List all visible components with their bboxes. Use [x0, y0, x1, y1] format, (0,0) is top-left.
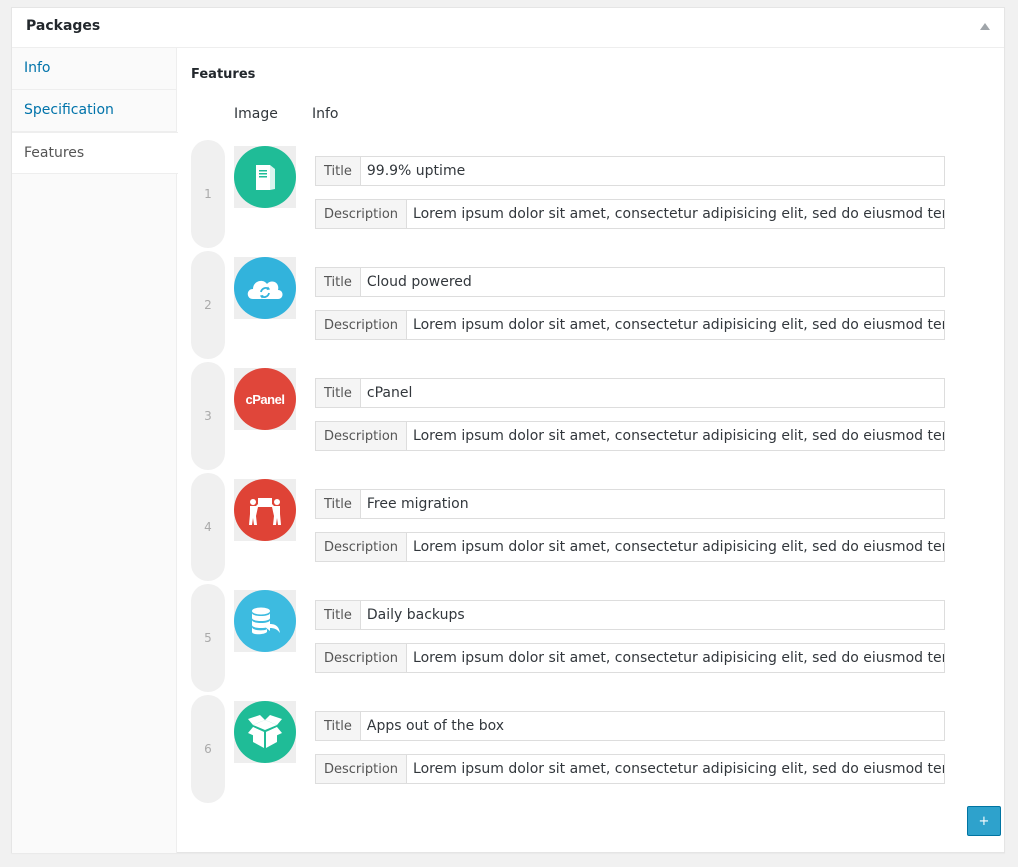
description-field[interactable]: Description Lorem ipsum dolor sit amet, …: [315, 532, 945, 562]
cpanel-logo-icon: cPanel: [234, 368, 296, 430]
title-label: Title: [316, 712, 361, 740]
feature-row-5: 5 Title Daily backups Description Lorem …: [191, 584, 961, 695]
description-label: Description: [316, 200, 408, 228]
row-drag-handle[interactable]: 4: [191, 473, 225, 581]
metabox-title: Packages: [26, 18, 101, 34]
description-label: Description: [316, 755, 408, 783]
row-drag-handle[interactable]: 1: [191, 140, 225, 248]
description-label: Description: [316, 533, 408, 561]
feature-image[interactable]: cPanel: [234, 368, 296, 430]
database-backup-icon: [234, 590, 296, 652]
packages-metabox: Packages Info Specification Features Fea…: [11, 7, 1005, 853]
title-label: Title: [316, 379, 361, 407]
feature-image[interactable]: [234, 257, 296, 319]
feature-image[interactable]: [234, 590, 296, 652]
panel-heading: Features: [191, 67, 256, 82]
description-field[interactable]: Description Lorem ipsum dolor sit amet, …: [315, 421, 945, 451]
title-input[interactable]: Free migration: [361, 490, 944, 518]
feature-row-6: 6 Title Apps out of the box Description …: [191, 695, 961, 806]
cloud-sync-icon: [234, 257, 296, 319]
column-header-info: Info: [312, 106, 339, 122]
tab-list: Info Specification Features: [12, 48, 178, 853]
description-input[interactable]: Lorem ipsum dolor sit amet, consectetur …: [407, 755, 944, 783]
feature-row-1: 1 Title 99.9% uptime Description Lorem i…: [191, 140, 961, 251]
add-feature-button[interactable]: +: [967, 806, 1001, 836]
description-field[interactable]: Description Lorem ipsum dolor sit amet, …: [315, 199, 945, 229]
title-field[interactable]: Title Apps out of the box: [315, 711, 945, 741]
title-input[interactable]: 99.9% uptime: [361, 157, 944, 185]
description-field[interactable]: Description Lorem ipsum dolor sit amet, …: [315, 643, 945, 673]
row-drag-handle[interactable]: 3: [191, 362, 225, 470]
feature-row-3: 3 cPanel Title cPanel Description Lorem …: [191, 362, 961, 473]
title-field[interactable]: Title cPanel: [315, 378, 945, 408]
feature-row-4: 4 Title Free migration Description Lorem…: [191, 473, 961, 584]
title-input[interactable]: Daily backups: [361, 601, 944, 629]
feature-image[interactable]: [234, 701, 296, 763]
description-label: Description: [316, 311, 408, 339]
title-input[interactable]: Cloud powered: [361, 268, 944, 296]
feature-row-2: 2 Title Cloud powered Description Lorem …: [191, 251, 961, 362]
movers-icon: [234, 479, 296, 541]
open-box-icon: [234, 701, 296, 763]
row-drag-handle[interactable]: 5: [191, 584, 225, 692]
description-field[interactable]: Description Lorem ipsum dolor sit amet, …: [315, 754, 945, 784]
cpanel-logo-text: cPanel: [245, 391, 285, 407]
metabox-header: Packages: [12, 8, 1004, 48]
collapse-toggle-icon[interactable]: [980, 23, 990, 30]
description-input[interactable]: Lorem ipsum dolor sit amet, consectetur …: [407, 422, 944, 450]
title-field[interactable]: Title Daily backups: [315, 600, 945, 630]
description-input[interactable]: Lorem ipsum dolor sit amet, consectetur …: [407, 533, 944, 561]
title-field[interactable]: Title Cloud powered: [315, 267, 945, 297]
description-label: Description: [316, 644, 408, 672]
description-label: Description: [316, 422, 408, 450]
row-drag-handle[interactable]: 2: [191, 251, 225, 359]
title-label: Title: [316, 601, 361, 629]
column-header-image: Image: [234, 106, 278, 122]
description-input[interactable]: Lorem ipsum dolor sit amet, consectetur …: [407, 311, 944, 339]
server-icon: [234, 146, 296, 208]
title-field[interactable]: Title 99.9% uptime: [315, 156, 945, 186]
feature-image[interactable]: [234, 479, 296, 541]
title-label: Title: [316, 157, 361, 185]
title-input[interactable]: Apps out of the box: [361, 712, 944, 740]
tab-info[interactable]: Info: [12, 48, 176, 90]
tab-specification[interactable]: Specification: [12, 90, 176, 132]
tab-features[interactable]: Features: [12, 132, 178, 174]
description-input[interactable]: Lorem ipsum dolor sit amet, consectetur …: [407, 644, 944, 672]
title-input[interactable]: cPanel: [361, 379, 944, 407]
description-input[interactable]: Lorem ipsum dolor sit amet, consectetur …: [407, 200, 944, 228]
title-label: Title: [316, 268, 361, 296]
title-label: Title: [316, 490, 361, 518]
features-panel: Features Image Info 1 Title 99.9% uptime…: [191, 48, 1004, 852]
feature-image[interactable]: [234, 146, 296, 208]
title-field[interactable]: Title Free migration: [315, 489, 945, 519]
row-drag-handle[interactable]: 6: [191, 695, 225, 803]
description-field[interactable]: Description Lorem ipsum dolor sit amet, …: [315, 310, 945, 340]
